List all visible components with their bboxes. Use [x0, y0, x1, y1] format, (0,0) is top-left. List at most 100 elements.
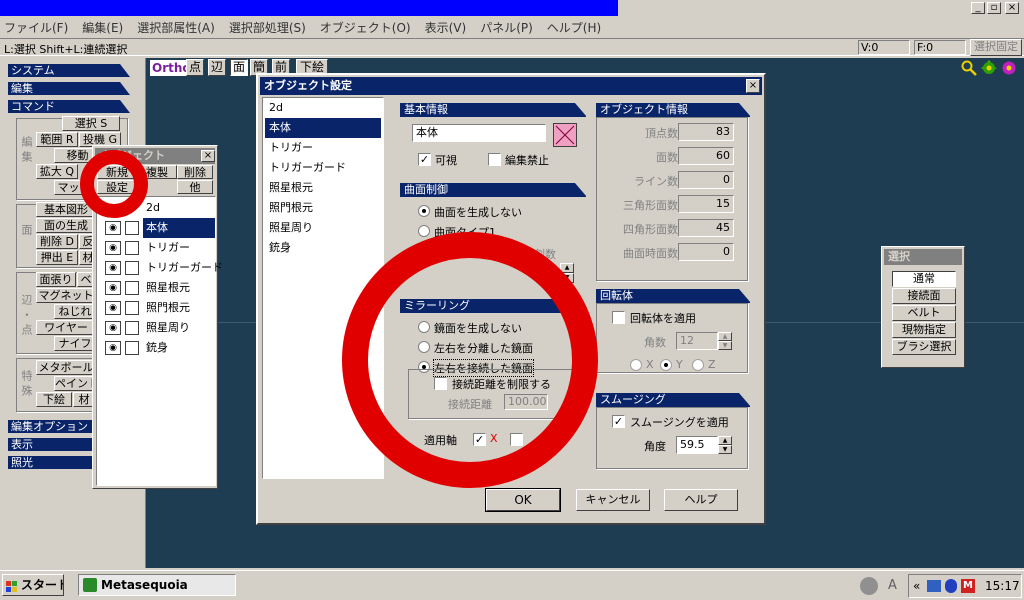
- rotation-angle-up[interactable]: ▲: [718, 332, 732, 341]
- mapping-button[interactable]: マッピ: [54, 180, 94, 195]
- bluetooth-icon[interactable]: [945, 579, 957, 593]
- dialog-list-item[interactable]: 照星周り: [265, 218, 381, 238]
- object-row[interactable]: ◉ 照星根元: [99, 278, 215, 298]
- axis-y-checkbox[interactable]: [510, 433, 523, 446]
- dialog-list-item[interactable]: 銃身: [265, 238, 381, 258]
- eye-icon[interactable]: ◉: [105, 341, 121, 355]
- menu-item-5[interactable]: 表示(V): [425, 19, 467, 36]
- minimize-button[interactable]: _: [971, 2, 985, 14]
- object-row[interactable]: ◉ トリガーガード: [99, 258, 223, 278]
- object-row[interactable]: ◉ 本体: [99, 218, 215, 238]
- lock-icon[interactable]: [125, 321, 139, 335]
- dialog-list-item[interactable]: 本体: [265, 118, 381, 138]
- rotation-checkbox[interactable]: [612, 311, 625, 324]
- partial-up-button[interactable]: ▲: [560, 263, 574, 273]
- select-mode-button-4[interactable]: ブラシ選択: [892, 339, 956, 355]
- lock-icon[interactable]: [125, 341, 139, 355]
- limit-distance-checkbox[interactable]: [434, 377, 447, 390]
- smoothing-angle-down[interactable]: ▼: [718, 445, 732, 454]
- menu-item-2[interactable]: 選択部属性(A): [137, 19, 215, 36]
- zoom-icon[interactable]: [961, 60, 977, 76]
- mirror-separate-radio[interactable]: [418, 341, 430, 353]
- rotation-z-radio[interactable]: [692, 359, 704, 371]
- dialog-list-item[interactable]: トリガーガード: [265, 158, 381, 178]
- paint-button[interactable]: ペイント: [54, 376, 96, 391]
- select-button[interactable]: 選択 S: [62, 116, 120, 131]
- eye-icon[interactable]: ◉: [105, 301, 121, 315]
- knife-button[interactable]: ナイフ: [54, 336, 96, 351]
- lock-checkbox[interactable]: [488, 153, 501, 166]
- menu-item-4[interactable]: オブジェクト(O): [320, 19, 411, 36]
- ortho-label[interactable]: Ortho: [150, 60, 191, 76]
- extrude-button[interactable]: 押出 E: [36, 250, 78, 265]
- object-panel-close-icon[interactable]: ×: [201, 150, 215, 162]
- antivirus-icon[interactable]: M: [961, 579, 975, 593]
- ok-button[interactable]: OK: [485, 488, 561, 512]
- dialog-list-item[interactable]: 照門根元: [265, 198, 381, 218]
- visible-checkbox[interactable]: ✓: [418, 153, 431, 166]
- rotation-angle-field[interactable]: 12: [676, 332, 718, 350]
- underlay-button[interactable]: 下絵: [36, 392, 72, 407]
- selection-lock-button[interactable]: 選択固定: [970, 39, 1022, 56]
- mirror-none-radio[interactable]: [418, 321, 430, 333]
- rotation-y-radio[interactable]: [660, 359, 672, 371]
- lock-icon[interactable]: [125, 301, 139, 315]
- primitive-button[interactable]: 基本図形: [36, 202, 96, 217]
- create-face-button[interactable]: 面の生成: [36, 218, 96, 233]
- network-icon[interactable]: [927, 580, 941, 592]
- edit-header[interactable]: 編集: [8, 82, 130, 95]
- cancel-button[interactable]: キャンセル: [576, 489, 650, 511]
- dialog-list-item[interactable]: トリガー: [265, 138, 381, 158]
- command-header[interactable]: コマンド: [8, 100, 130, 113]
- start-button[interactable]: スタート: [2, 574, 64, 596]
- eye-icon[interactable]: ◉: [105, 221, 121, 235]
- object-settings-button[interactable]: 設定: [97, 180, 137, 194]
- twist-button[interactable]: ねじれ: [54, 304, 96, 319]
- object-row[interactable]: ◉ 照門根元: [99, 298, 215, 318]
- lock-icon[interactable]: [125, 261, 139, 275]
- dialog-list-item[interactable]: 2d: [265, 98, 381, 118]
- view-toolbar-button-0[interactable]: 点: [186, 59, 204, 76]
- delete-button[interactable]: 削除 D: [36, 234, 78, 249]
- rotation-angle-down[interactable]: ▼: [718, 341, 732, 350]
- partial-down-button[interactable]: ▼: [560, 273, 574, 283]
- help-button[interactable]: ヘルプ: [664, 489, 738, 511]
- ime-icon[interactable]: A: [888, 578, 897, 593]
- new-object-button[interactable]: 新規: [97, 165, 137, 179]
- select-mode-button-1[interactable]: 接続面: [892, 288, 956, 304]
- select-mode-button-2[interactable]: ベルト: [892, 305, 956, 321]
- maximize-button[interactable]: ▫: [987, 2, 1001, 14]
- menu-item-7[interactable]: ヘルプ(H): [547, 19, 601, 36]
- smoothing-checkbox[interactable]: ✓: [612, 415, 625, 428]
- lock-icon[interactable]: [125, 281, 139, 295]
- object-row[interactable]: ◉ 銃身: [99, 338, 215, 358]
- menu-item-3[interactable]: 選択部処理(S): [229, 19, 306, 36]
- distance-field[interactable]: 100.00: [504, 394, 548, 410]
- eye-icon[interactable]: ◉: [105, 241, 121, 255]
- axis-x-checkbox[interactable]: ✓: [473, 433, 486, 446]
- eye-icon[interactable]: ◉: [105, 261, 121, 275]
- smoothing-angle-field[interactable]: 59.5: [676, 436, 718, 454]
- smoothing-angle-up[interactable]: ▲: [718, 436, 732, 445]
- menu-item-0[interactable]: ファイル(F): [4, 19, 68, 36]
- face-stretch-button[interactable]: 面張り: [36, 272, 76, 287]
- menu-item-6[interactable]: パネル(P): [480, 19, 533, 36]
- copy-object-button[interactable]: 複製: [137, 165, 177, 179]
- close-window-button[interactable]: ×: [1005, 2, 1019, 14]
- magnet-button[interactable]: マグネット: [36, 288, 96, 303]
- object-row[interactable]: 2d: [99, 198, 215, 218]
- eye-icon[interactable]: ◉: [105, 321, 121, 335]
- curve-type1-radio[interactable]: [418, 225, 430, 237]
- menu-item-1[interactable]: 編集(E): [82, 19, 123, 36]
- object-name-field[interactable]: 本体: [412, 124, 546, 142]
- dialog-list-item[interactable]: 照星根元: [265, 178, 381, 198]
- system-header[interactable]: システム: [8, 64, 130, 77]
- metasequoia-task-button[interactable]: Metasequoia: [78, 574, 236, 596]
- view-toolbar-button-2[interactable]: 面: [230, 59, 248, 76]
- select-mode-button-3[interactable]: 現物指定: [892, 322, 956, 338]
- object-row[interactable]: ◉ トリガー: [99, 238, 215, 258]
- tray-sound-icon[interactable]: [860, 577, 878, 595]
- dialog-close-icon[interactable]: ×: [746, 79, 760, 93]
- select-mode-button-0[interactable]: 通常: [892, 271, 956, 287]
- eye-icon[interactable]: ◉: [105, 281, 121, 295]
